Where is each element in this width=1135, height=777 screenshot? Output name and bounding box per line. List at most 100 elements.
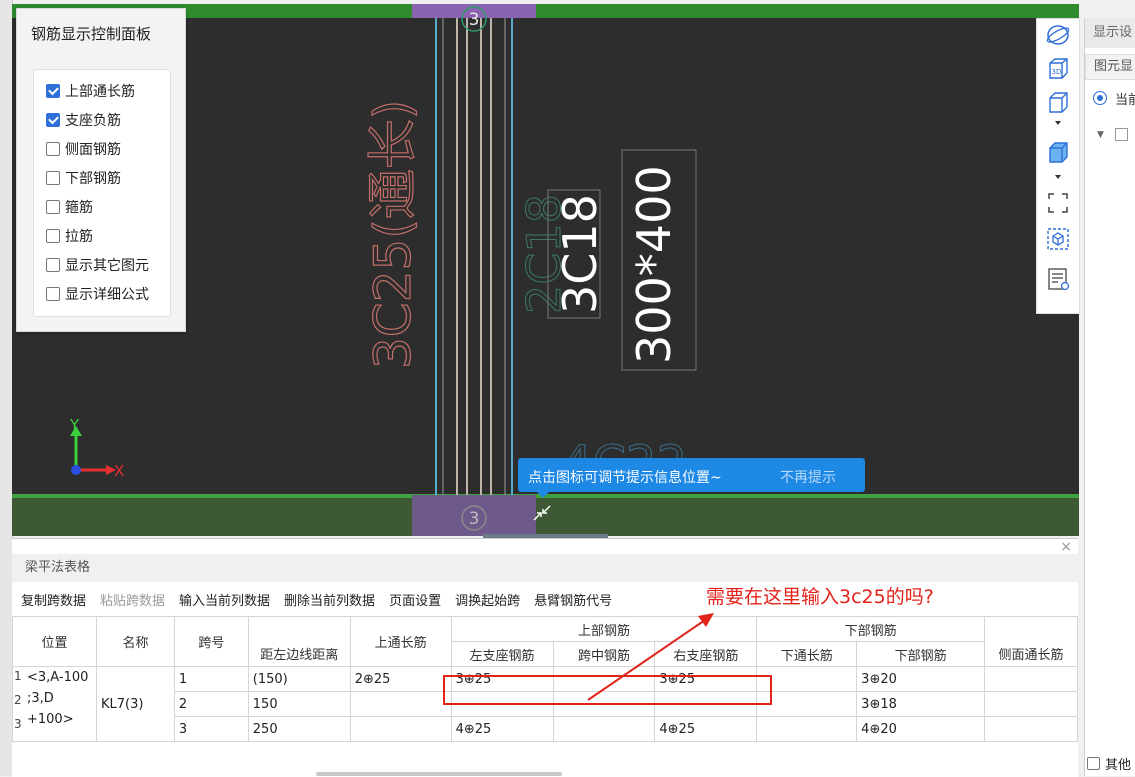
axis-y-label: Y <box>69 416 80 434</box>
option-side-rebar[interactable]: 侧面钢筋 <box>46 138 121 160</box>
option-support-negative-rebar[interactable]: 支座负筋 <box>46 109 121 131</box>
header-bottom-bars[interactable]: 下部钢筋 <box>856 641 985 667</box>
current-radio-label: 当前 <box>1115 93 1135 108</box>
hint-tooltip: 点击图标可调节提示信息位置~ 不再提示 <box>518 458 865 492</box>
option-stirrup[interactable]: 箍筋 <box>46 196 93 218</box>
axis-x-label: X <box>114 462 124 480</box>
page-setup-button[interactable]: 页面设置 <box>389 590 441 609</box>
header-top-rebar[interactable]: 上部钢筋 <box>450 616 758 642</box>
header-name[interactable]: 名称 <box>95 616 175 667</box>
rebar-options-list: 上部通长筋 支座负筋 侧面钢筋 下部钢筋 箍筋 拉筋 显示其它图元 显示详细公式 <box>33 69 171 317</box>
dropdown-arrow-icon[interactable] <box>1045 171 1071 183</box>
name-cell[interactable]: KL7(3) <box>95 666 175 742</box>
option-show-detailed-formula[interactable]: 显示详细公式 <box>46 283 149 305</box>
annotation-question: 需要在这里输入3c25的吗? <box>706 586 934 608</box>
header-bottom-rebar[interactable]: 下部钢筋 <box>756 616 985 642</box>
option-show-other-elements[interactable]: 显示其它图元 <box>46 254 149 276</box>
tree-expand-icon[interactable]: ▼ <box>1097 130 1104 140</box>
distance-cell[interactable]: 250 <box>247 716 351 742</box>
side-through-cell[interactable] <box>983 691 1079 717</box>
highlight-box <box>443 675 772 705</box>
dropdown-arrow-icon[interactable] <box>1045 117 1071 129</box>
section-label: 300*400 <box>627 165 681 364</box>
close-icon[interactable]: × <box>1060 539 1072 555</box>
bottom-bars-cell[interactable]: 3⊕18 <box>856 691 985 717</box>
header-span[interactable]: 跨号 <box>173 616 249 667</box>
rebar-display-control-panel: 钢筋显示控制面板 上部通长筋 支座负筋 侧面钢筋 下部钢筋 箍筋 拉筋 显示其它… <box>16 8 186 332</box>
solid-box-icon[interactable] <box>1045 141 1071 165</box>
rebar-label-left: 3C25(通长) <box>364 100 422 369</box>
bottom-through-cell[interactable] <box>756 716 858 742</box>
axis-number-top: 3 <box>469 10 480 30</box>
box-view-icon[interactable] <box>1045 91 1071 115</box>
other-checkbox[interactable] <box>1087 757 1100 770</box>
dont-show-again-link[interactable]: 不再提示 <box>780 467 836 487</box>
input-column-data-button[interactable]: 输入当前列数据 <box>179 590 270 609</box>
checkbox[interactable] <box>46 287 60 301</box>
checkbox-checked[interactable] <box>46 84 60 98</box>
properties-icon[interactable] <box>1045 267 1071 291</box>
element-display-tab[interactable]: 图元显 <box>1085 54 1135 80</box>
option-tie-bar[interactable]: 拉筋 <box>46 225 93 247</box>
checkbox[interactable] <box>46 229 60 243</box>
left-support-cell[interactable]: 4⊕25 <box>450 716 554 742</box>
swap-start-span-button[interactable]: 调换起始跨 <box>455 590 520 609</box>
option-top-through-rebar[interactable]: 上部通长筋 <box>46 80 135 102</box>
top-through-cell[interactable] <box>349 716 452 742</box>
checkbox[interactable] <box>46 258 60 272</box>
3d-view-icon[interactable]: 3D <box>1045 57 1071 81</box>
checkbox[interactable] <box>46 142 60 156</box>
distance-cell[interactable]: (150) <box>247 666 351 692</box>
span-cell[interactable]: 3 <box>173 716 249 742</box>
zoom-extents-icon[interactable] <box>1045 191 1071 215</box>
side-through-cell[interactable] <box>983 716 1079 742</box>
right-support-cell[interactable]: 4⊕25 <box>654 716 758 742</box>
cantilever-rebar-code-button[interactable]: 悬臂钢筋代号 <box>534 590 612 609</box>
span-cell[interactable]: 1 <box>173 666 249 692</box>
row-number: 2 <box>14 693 22 707</box>
other-checkbox-row[interactable]: 其他 <box>1087 754 1131 773</box>
header-top-through[interactable]: 上通长筋 <box>349 616 452 667</box>
view-toolbar: 3D <box>1036 18 1080 314</box>
rebar-label-mid: 3C18 <box>553 194 607 314</box>
top-through-cell[interactable] <box>349 691 452 717</box>
delete-column-data-button[interactable]: 删除当前列数据 <box>284 590 375 609</box>
paste-span-data-button[interactable]: 粘贴跨数据 <box>100 590 165 609</box>
beam-table-panel: × 梁平法表格 复制跨数据 粘贴跨数据 输入当前列数据 删除当前列数据 页面设置… <box>12 538 1079 777</box>
mid-span-cell[interactable] <box>552 716 656 742</box>
checkbox-checked[interactable] <box>46 113 60 127</box>
distance-cell[interactable]: 150 <box>247 691 351 717</box>
bottom-bars-cell[interactable]: 4⊕20 <box>856 716 985 742</box>
view-cube-icon[interactable] <box>1045 227 1071 251</box>
display-settings-header: 显示设 <box>1085 18 1135 48</box>
tooltip-text: 点击图标可调节提示信息位置~ <box>528 470 722 486</box>
bottom-bars-cell[interactable]: 3⊕20 <box>856 666 985 692</box>
option-bottom-rebar[interactable]: 下部钢筋 <box>46 167 121 189</box>
svg-text:3D: 3D <box>1052 68 1062 76</box>
header-bottom-through[interactable]: 下通长筋 <box>756 641 858 667</box>
horizontal-scrollbar[interactable] <box>316 772 562 776</box>
orbit-icon[interactable] <box>1045 23 1071 47</box>
header-side-through[interactable]: 侧面通长筋 <box>983 641 1079 667</box>
header-edge-distance[interactable]: 距左边线距离 <box>247 641 351 667</box>
header-right-support[interactable]: 右支座钢筋 <box>654 641 758 667</box>
panel-title: 钢筋显示控制面板 <box>31 25 152 43</box>
position-cell[interactable]: <3,A-100 ;3,D +100> <box>12 666 97 742</box>
axis-number-bottom: 3 <box>469 509 480 529</box>
span-cell[interactable]: 2 <box>173 691 249 717</box>
panel-title: 梁平法表格 <box>12 554 1078 582</box>
header-left-support[interactable]: 左支座钢筋 <box>450 641 554 667</box>
row-number: 3 <box>14 717 22 731</box>
header-mid-span[interactable]: 跨中钢筋 <box>552 641 656 667</box>
tree-checkbox[interactable] <box>1115 128 1128 141</box>
checkbox[interactable] <box>46 171 60 185</box>
tooltip-tail <box>536 491 550 498</box>
side-through-cell[interactable] <box>983 666 1079 692</box>
copy-span-data-button[interactable]: 复制跨数据 <box>21 590 86 609</box>
bottom-beam-band <box>12 495 1079 536</box>
header-blank <box>247 616 351 642</box>
checkbox[interactable] <box>46 200 60 214</box>
top-through-cell[interactable]: 2⊕25 <box>349 666 452 692</box>
current-radio[interactable] <box>1093 91 1107 105</box>
header-position[interactable]: 位置 <box>12 616 97 667</box>
